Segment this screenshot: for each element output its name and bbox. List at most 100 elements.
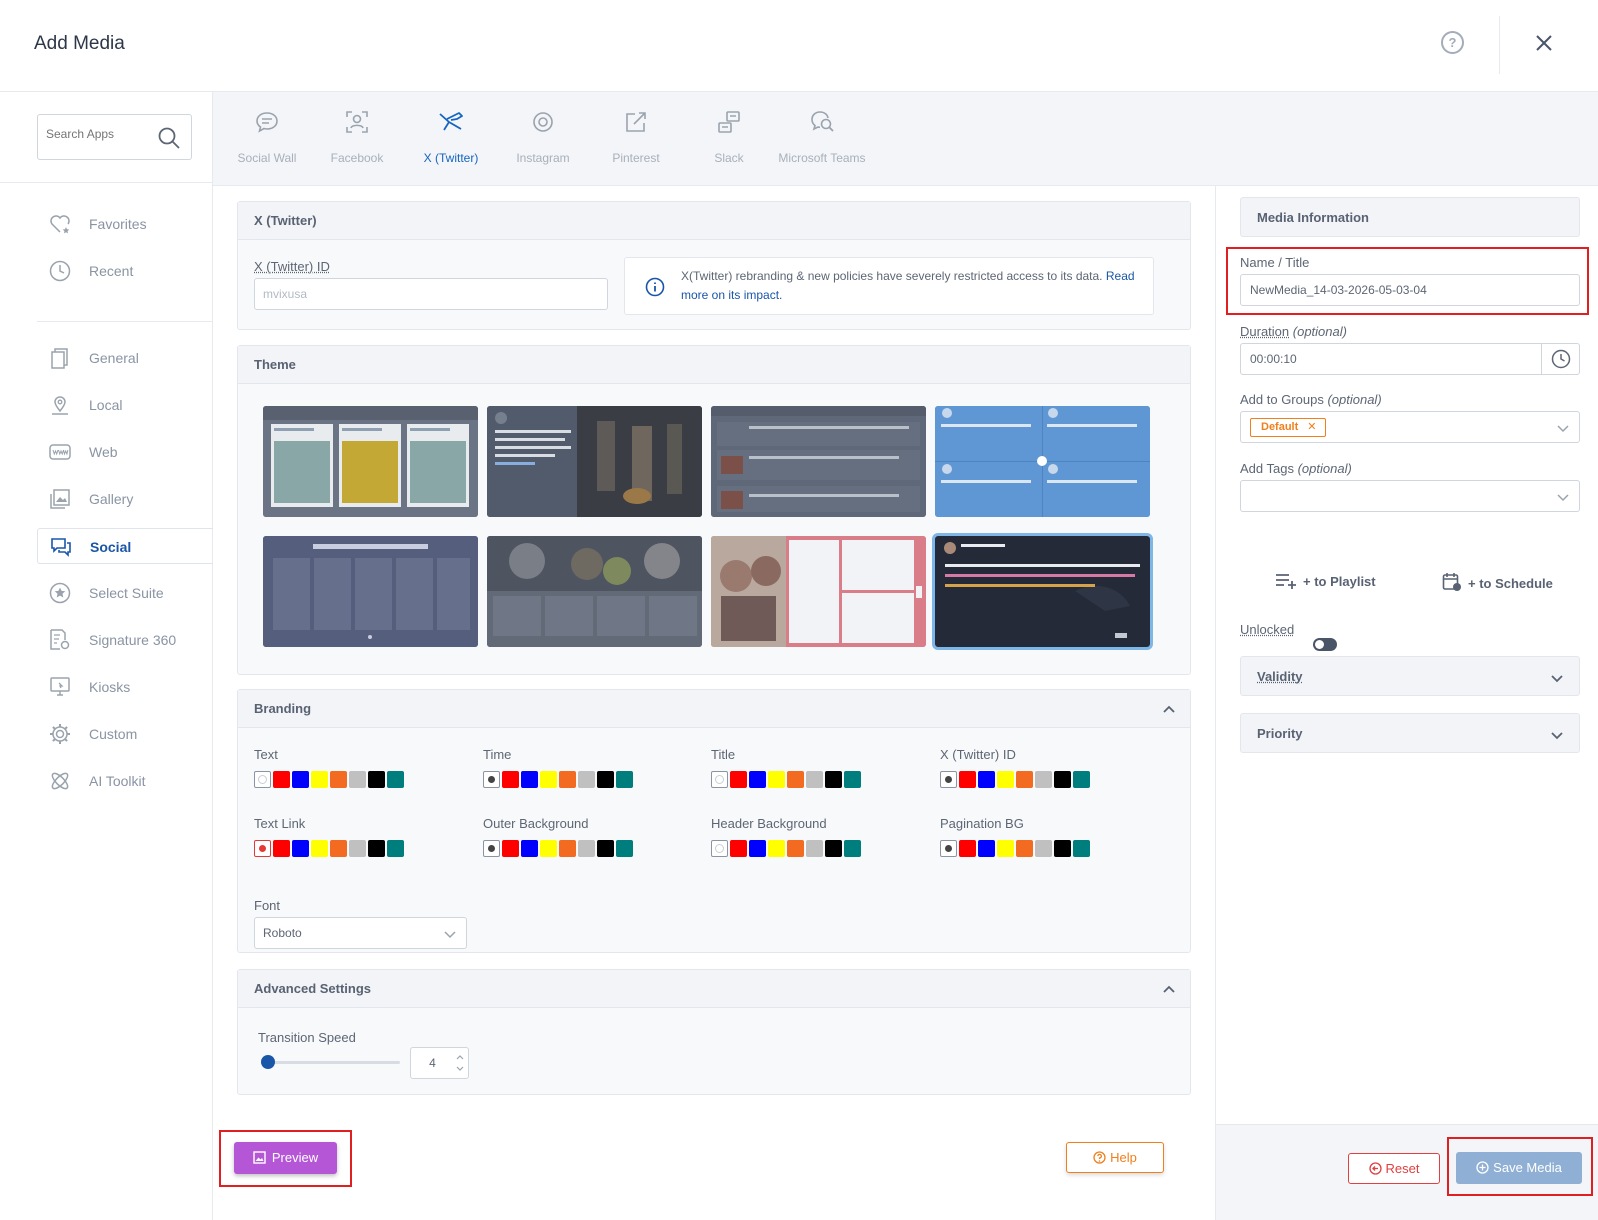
unlocked-toggle[interactable]	[1313, 638, 1337, 651]
color-swatch[interactable]	[1073, 840, 1090, 857]
tab-pinterest[interactable]: Pinterest	[600, 92, 672, 186]
swatch-selected[interactable]	[711, 771, 728, 788]
reset-button[interactable]: Reset	[1348, 1153, 1440, 1184]
color-swatch[interactable]	[387, 771, 404, 788]
color-swatch[interactable]	[1073, 771, 1090, 788]
sidebar-item-social[interactable]: Social	[37, 528, 213, 564]
sidebar-item-general[interactable]: General	[37, 340, 213, 376]
theme-option[interactable]	[935, 406, 1150, 517]
theme-option[interactable]	[263, 406, 478, 517]
priority-section[interactable]: Priority	[1240, 713, 1580, 753]
slider-handle[interactable]	[261, 1055, 275, 1069]
color-swatch[interactable]	[730, 771, 747, 788]
tab-social-wall[interactable]: Social Wall	[225, 92, 309, 186]
color-swatch[interactable]	[597, 771, 614, 788]
transition-speed-input[interactable]: 4	[410, 1047, 469, 1079]
tab-x-twitter[interactable]: X (Twitter)	[413, 92, 489, 186]
color-swatch[interactable]	[387, 840, 404, 857]
color-swatch[interactable]	[540, 771, 557, 788]
twitter-id-input[interactable]: mvixusa	[254, 278, 608, 310]
color-swatch[interactable]	[292, 771, 309, 788]
color-swatch[interactable]	[1016, 771, 1033, 788]
search-icon[interactable]	[157, 126, 181, 150]
transition-speed-track[interactable]	[262, 1061, 400, 1064]
color-swatch[interactable]	[521, 771, 538, 788]
card-header[interactable]: Branding	[238, 690, 1190, 728]
sidebar-item-select-suite[interactable]: Select Suite	[37, 575, 213, 611]
theme-option[interactable]	[711, 536, 926, 647]
help-icon[interactable]: ?	[1441, 31, 1464, 54]
color-swatch[interactable]	[825, 771, 842, 788]
color-swatch[interactable]	[273, 771, 290, 788]
card-header[interactable]: Advanced Settings	[238, 970, 1190, 1008]
swatch-selected[interactable]	[483, 771, 500, 788]
swatch-selected[interactable]	[254, 771, 271, 788]
add-to-schedule-button[interactable]: + to Schedule	[1442, 572, 1553, 592]
sidebar-item-gallery[interactable]: Gallery	[37, 481, 213, 517]
color-swatch[interactable]	[330, 840, 347, 857]
color-swatch[interactable]	[559, 840, 576, 857]
tab-facebook[interactable]: Facebook	[320, 92, 394, 186]
color-swatch[interactable]	[559, 771, 576, 788]
color-swatch[interactable]	[311, 840, 328, 857]
tags-select[interactable]	[1240, 480, 1580, 512]
color-swatch[interactable]	[368, 771, 385, 788]
sidebar-item-recent[interactable]: Recent	[37, 253, 213, 289]
color-swatch[interactable]	[273, 840, 290, 857]
color-swatch[interactable]	[749, 840, 766, 857]
theme-option[interactable]	[487, 536, 702, 647]
color-swatch[interactable]	[330, 771, 347, 788]
color-swatch[interactable]	[292, 840, 309, 857]
duration-input[interactable]: 00:00:10	[1240, 343, 1580, 375]
groups-select[interactable]: Default ✕	[1240, 411, 1580, 443]
color-swatch[interactable]	[997, 771, 1014, 788]
validity-section[interactable]: Validity	[1240, 656, 1580, 696]
tab-instagram[interactable]: Instagram	[505, 92, 581, 186]
color-swatch[interactable]	[1035, 840, 1052, 857]
sidebar-item-signature-360[interactable]: Signature 360	[37, 622, 213, 658]
theme-option[interactable]	[711, 406, 926, 517]
sidebar-item-web[interactable]: Web	[37, 434, 213, 470]
swatch-selected[interactable]	[940, 840, 957, 857]
color-swatch[interactable]	[1035, 771, 1052, 788]
search-box[interactable]	[37, 114, 192, 160]
color-swatch[interactable]	[349, 771, 366, 788]
swatch-selected[interactable]	[711, 840, 728, 857]
color-swatch[interactable]	[502, 840, 519, 857]
color-swatch[interactable]	[616, 771, 633, 788]
color-swatch[interactable]	[978, 840, 995, 857]
color-swatch[interactable]	[825, 840, 842, 857]
sidebar-item-kiosks[interactable]: Kiosks	[37, 669, 213, 705]
sidebar-item-favorites[interactable]: Favorites	[37, 206, 213, 242]
help-button[interactable]: Help	[1066, 1142, 1164, 1173]
color-swatch[interactable]	[768, 840, 785, 857]
chevron-up-icon[interactable]	[1162, 982, 1176, 996]
color-swatch[interactable]	[540, 840, 557, 857]
color-swatch[interactable]	[806, 771, 823, 788]
color-swatch[interactable]	[368, 840, 385, 857]
sidebar-item-ai-toolkit[interactable]: AI Toolkit	[37, 763, 213, 799]
color-swatch[interactable]	[959, 840, 976, 857]
color-swatch[interactable]	[597, 840, 614, 857]
swatch-selected[interactable]	[254, 840, 271, 857]
color-swatch[interactable]	[521, 840, 538, 857]
color-swatch[interactable]	[749, 771, 766, 788]
color-swatch[interactable]	[616, 840, 633, 857]
color-swatch[interactable]	[578, 840, 595, 857]
color-swatch[interactable]	[768, 771, 785, 788]
swatch-selected[interactable]	[940, 771, 957, 788]
color-swatch[interactable]	[1054, 840, 1071, 857]
color-swatch[interactable]	[959, 771, 976, 788]
remove-tag-icon[interactable]: ✕	[1307, 421, 1316, 433]
color-swatch[interactable]	[844, 840, 861, 857]
sidebar-item-local[interactable]: Local	[37, 387, 213, 423]
add-to-playlist-button[interactable]: + to Playlist	[1275, 572, 1376, 590]
color-swatch[interactable]	[806, 840, 823, 857]
theme-option[interactable]	[263, 536, 478, 647]
font-select[interactable]: Roboto	[254, 917, 467, 949]
stepper-icon[interactable]	[455, 1052, 465, 1074]
color-swatch[interactable]	[578, 771, 595, 788]
color-swatch[interactable]	[349, 840, 366, 857]
color-swatch[interactable]	[1054, 771, 1071, 788]
tab-microsoft-teams[interactable]: Microsoft Teams	[775, 92, 869, 186]
